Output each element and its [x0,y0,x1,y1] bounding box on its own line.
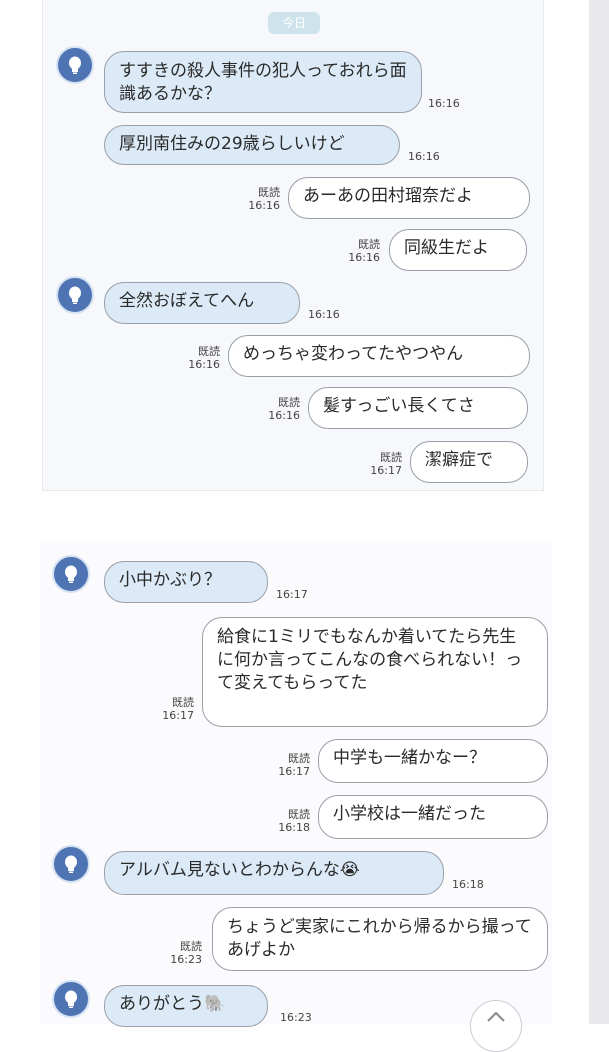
message-bubble[interactable]: 給食に1ミリでもなんか着いてたら先生に何か言ってこんなの食べられない！って変えて… [202,617,548,727]
read-receipt: 既読 16:17 [370,451,402,477]
message-bubble[interactable]: 小学校は一緒だった [318,795,548,839]
message-text: アルバム見ないとわからんな😭 [119,860,360,880]
lightbulb-icon [65,565,77,583]
message-time: 16:16 [408,150,440,163]
message-bubble[interactable]: あーあの田村瑠奈だよ [288,177,530,219]
message-bubble[interactable]: 小中かぶり？ [104,561,268,603]
message-text: 髪すっごい長くてさ [323,396,475,416]
message-text: すすきの殺人事件の犯人っておれら面識あるかな？ [119,61,407,104]
message-text: 中学も一緒かなー？ [333,748,486,768]
message-text: あーあの田村瑠奈だよ [303,186,473,206]
message-text: 同級生だよ [404,238,489,258]
message-text: 潔癖症で [425,450,493,470]
lightbulb-icon [69,56,81,74]
message-time: 16:16 [428,97,460,110]
avatar[interactable] [52,845,90,883]
message-text: ちょうど実家にこれから帰るから撮ってあげよか [227,917,532,960]
avatar[interactable] [52,555,90,593]
message-text: 全然おぼえてへん [119,291,255,311]
message-bubble[interactable]: ちょうど実家にこれから帰るから撮ってあげよか [212,907,548,971]
read-receipt: 既読 16:16 [248,186,280,212]
message-time: 16:17 [276,588,308,601]
message-bubble[interactable]: 同級生だよ [389,229,527,271]
message-time: 16:23 [280,1011,312,1024]
lightbulb-icon [69,286,81,304]
message-bubble[interactable]: めっちゃ変わってたやつやん [228,335,530,377]
message-text: 厚別南住みの29歳らしいけど [119,134,345,154]
message-bubble[interactable]: アルバム見ないとわからんな😭 [104,851,444,895]
avatar[interactable] [56,46,94,84]
read-receipt: 既読 16:17 [162,696,194,722]
message-bubble[interactable]: 髪すっごい長くてさ [308,387,528,429]
avatar[interactable] [52,980,90,1018]
date-badge: 今日 [268,12,320,34]
message-text: ありがとう🐘 [119,994,226,1014]
read-receipt: 既読 16:17 [278,752,310,778]
scroll-to-bottom-button[interactable] [470,1000,522,1052]
message-text: 小中かぶり？ [119,570,221,590]
scrollbar-track[interactable] [589,0,609,1024]
lightbulb-icon [65,990,77,1008]
message-bubble[interactable]: 全然おぼえてへん [104,282,300,324]
read-receipt: 既読 16:16 [268,396,300,422]
message-time: 16:16 [308,308,340,321]
message-text: 給食に1ミリでもなんか着いてたら先生に何か言ってこんなの食べられない！って変えて… [217,627,523,693]
lightbulb-icon [65,855,77,873]
read-receipt: 既読 16:18 [278,808,310,834]
message-bubble[interactable]: 潔癖症で [410,441,528,483]
read-receipt: 既読 16:16 [348,238,380,264]
avatar[interactable] [56,276,94,314]
read-receipt: 既読 16:16 [188,345,220,371]
message-bubble[interactable]: 厚別南住みの29歳らしいけど [104,125,400,165]
message-bubble[interactable]: すすきの殺人事件の犯人っておれら面識あるかな？ [104,51,422,113]
message-time: 16:18 [452,878,484,891]
message-bubble[interactable]: ありがとう🐘 [104,985,268,1027]
message-bubble[interactable]: 中学も一緒かなー？ [318,739,548,783]
read-receipt: 既読 16:23 [170,940,202,966]
chevron-up-icon [487,1011,505,1022]
message-text: めっちゃ変わってたやつやん [243,344,464,364]
message-text: 小学校は一緒だった [333,804,486,824]
